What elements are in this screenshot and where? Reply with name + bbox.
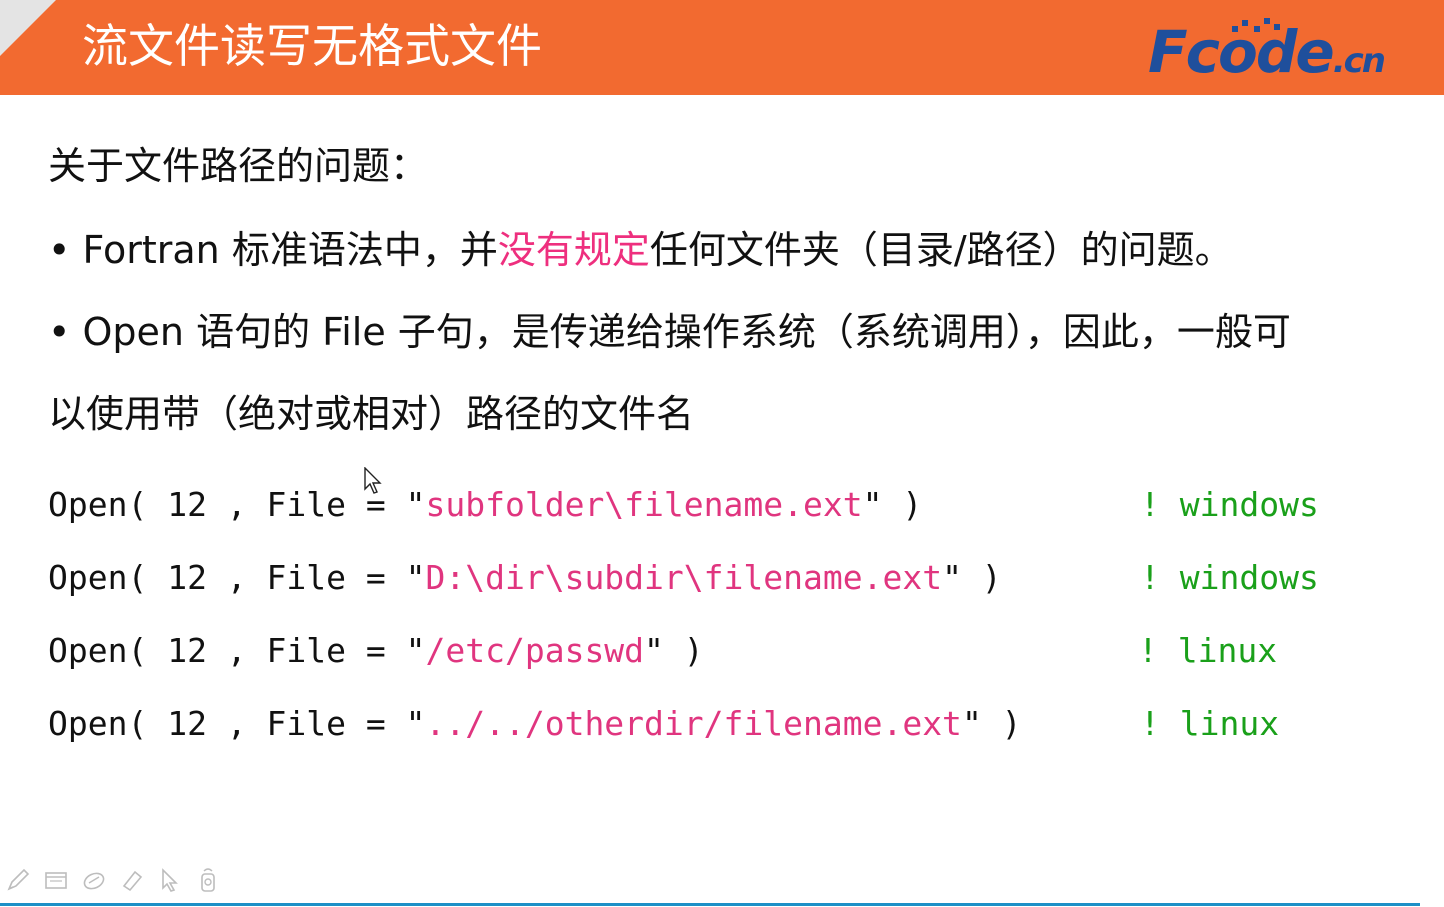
logo-suffix-text: .cn (1332, 41, 1386, 81)
presentation-toolbar (4, 862, 222, 898)
pen-icon[interactable] (4, 866, 32, 894)
code-comment: ! linux (1140, 704, 1280, 743)
fcode-logo: Fcode.cn (1148, 14, 1438, 86)
code-line: Open( 12 , File = "/etc/passwd" ) (48, 628, 704, 674)
bullet-open-line1: • Open 语句的 File 子句，是传递给操作系统（系统调用），因此，一般可 (48, 310, 1291, 354)
logo-main-text: Fcode (1148, 18, 1335, 86)
code-post: " ) (942, 558, 1002, 597)
bullet-open-line2: 以使用带（绝对或相对）路径的文件名 (48, 392, 695, 436)
logo-text: Fcode.cn (1148, 18, 1386, 93)
header-corner (0, 0, 56, 56)
code-string: D:\dir\subdir\filename.ext (425, 558, 943, 597)
pointer-icon[interactable] (156, 866, 184, 894)
highlighter-icon[interactable] (118, 866, 146, 894)
bullet-fortran: • Fortran 标准语法中，并没有规定任何文件夹（目录/路径）的问题。 (48, 224, 1233, 276)
code-pre: Open( 12 , File = " (48, 558, 426, 597)
slides-icon[interactable] (42, 866, 70, 894)
code-post: " ) (862, 485, 923, 524)
slide-title: 流文件读写无格式文件 (82, 19, 542, 73)
progress-line (0, 903, 1420, 906)
code-comment: ! windows (1140, 485, 1319, 524)
code-line: Open( 12 , File = "../../otherdir/filena… (48, 701, 1022, 747)
bullet1-prefix: • Fortran 标准语法中，并 (48, 228, 498, 272)
code-post: " ) (961, 704, 1022, 743)
code-string: ../../otherdir/filename.ext (425, 704, 962, 743)
eraser-icon[interactable] (80, 866, 108, 894)
code-post: " ) (644, 631, 704, 670)
code-line: Open( 12 , File = "subfolder\filename.ex… (48, 482, 922, 528)
code-pre: Open( 12 , File = " (48, 631, 426, 670)
code-line: Open( 12 , File = "D:\dir\subdir\filenam… (48, 555, 1002, 601)
bullet1-suffix: 任何文件夹（目录/路径）的问题。 (649, 228, 1233, 272)
code-comment: ! windows (1140, 558, 1319, 597)
intro-text: 关于文件路径的问题： (48, 144, 429, 188)
slide-header: 流文件读写无格式文件 Fcode.cn (0, 0, 1444, 95)
code-string: /etc/passwd (425, 631, 645, 670)
mouse-pointer-icon (364, 467, 382, 494)
code-string: subfolder\filename.ext (425, 485, 863, 524)
code-pre: Open( 12 , File = " (48, 704, 426, 743)
laser-icon[interactable] (194, 866, 222, 894)
bullet1-highlight: 没有规定 (497, 228, 650, 272)
code-comment: ! linux (1138, 631, 1278, 670)
